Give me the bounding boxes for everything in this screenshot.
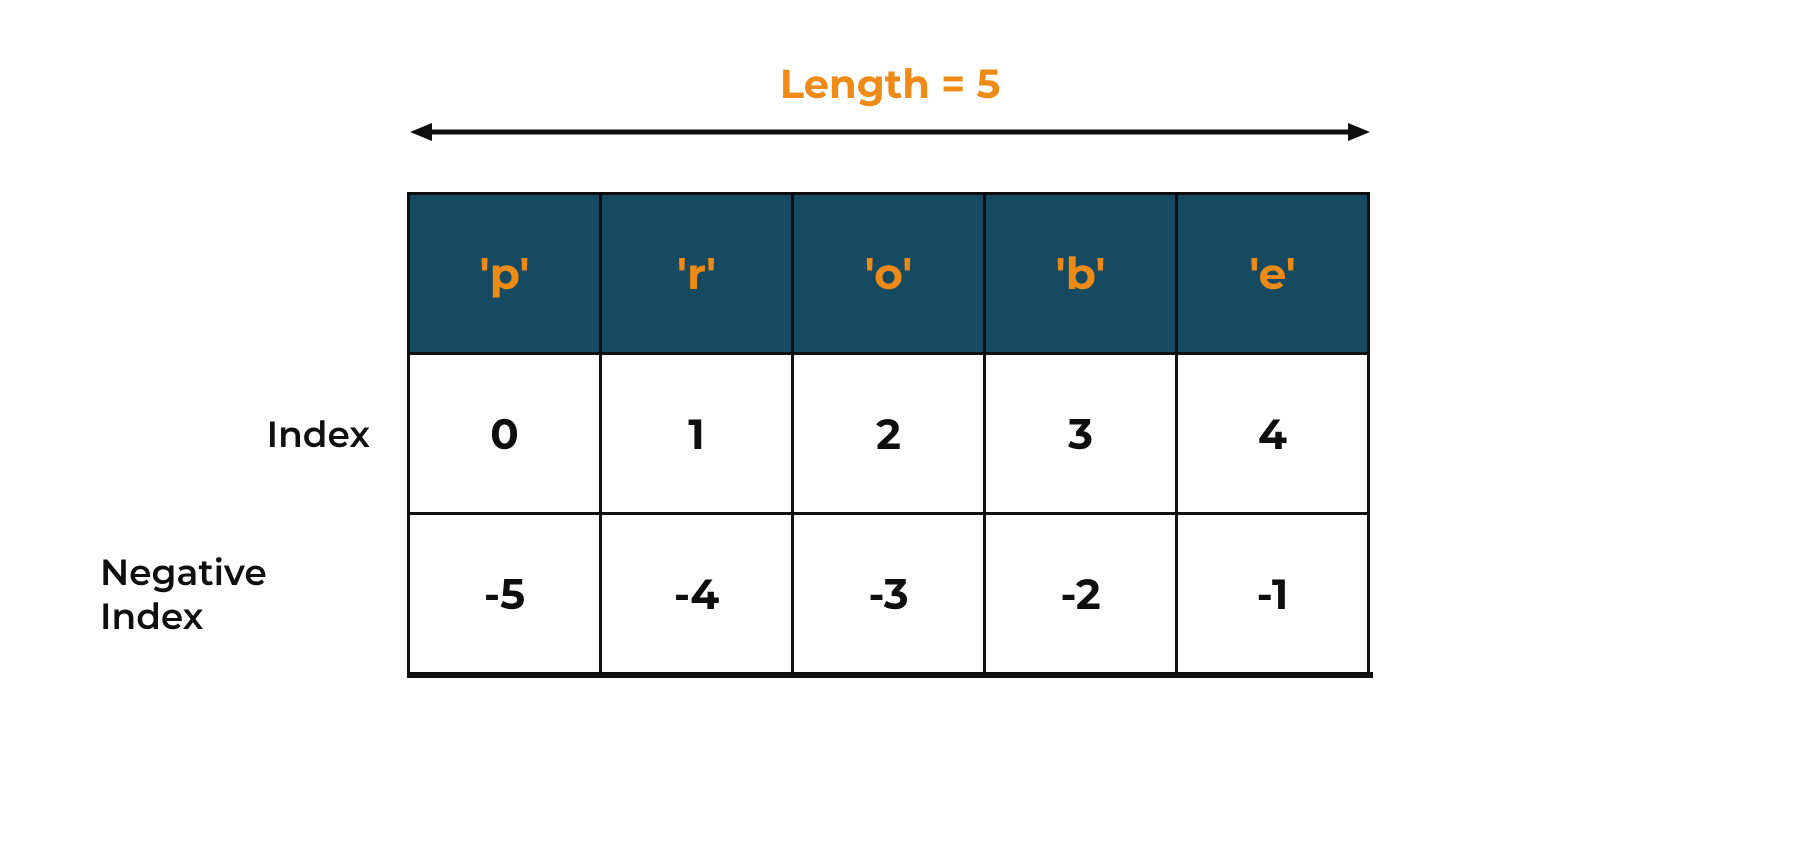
length-arrow: [410, 117, 1370, 147]
row-label-neg-index: Negative Index: [100, 515, 410, 675]
neg-index-cell: -1: [1175, 512, 1370, 675]
index-table: 'p' 'r' 'o' 'b' 'e' Index 0 1 2 3 4 Nega…: [100, 195, 1400, 675]
neg-index-cell: -4: [599, 512, 794, 675]
char-cell: 'b': [983, 192, 1178, 355]
index-cell: 3: [983, 352, 1178, 515]
neg-index-cell: -5: [407, 512, 602, 675]
index-cell: 4: [1175, 352, 1370, 515]
string-index-diagram: Length = 5 'p' 'r' 'o' 'b' 'e' Index 0 1…: [100, 60, 1400, 678]
char-cell: 'p': [407, 192, 602, 355]
row-label-index: Index: [100, 355, 410, 515]
neg-index-cell: -3: [791, 512, 986, 675]
index-cell: 0: [407, 352, 602, 515]
char-cell: 'r': [599, 192, 794, 355]
neg-index-cell: -2: [983, 512, 1178, 675]
index-cell: 1: [599, 352, 794, 515]
row-label-chars: [100, 195, 410, 355]
char-cell: 'o': [791, 192, 986, 355]
length-label: Length = 5: [410, 60, 1370, 109]
index-cell: 2: [791, 352, 986, 515]
char-cell: 'e': [1175, 192, 1370, 355]
